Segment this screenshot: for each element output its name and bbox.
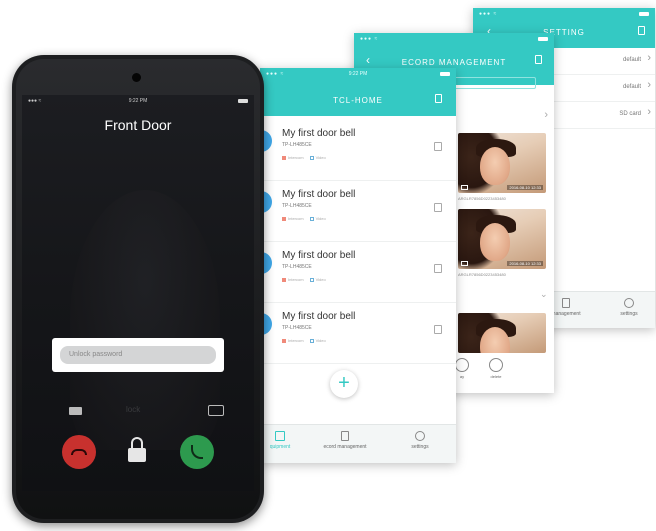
status-bar: ●●● ≈ 9:22 PM bbox=[260, 68, 456, 80]
grid-icon bbox=[275, 431, 285, 441]
device-model: TP-LH485CE bbox=[282, 325, 312, 331]
tab-label: quipment bbox=[269, 444, 291, 450]
device-tags: Intercom Video bbox=[282, 216, 326, 221]
device-name: My first door bell bbox=[282, 311, 356, 322]
setting-value: SD card bbox=[619, 111, 641, 117]
chevron-right-icon: › bbox=[647, 52, 651, 64]
record-icon bbox=[562, 298, 570, 308]
setting-value: default bbox=[622, 84, 641, 90]
lock-icon[interactable] bbox=[435, 94, 442, 103]
unlock-button[interactable] bbox=[126, 435, 150, 467]
lock-icon[interactable] bbox=[638, 26, 645, 35]
lock-icon[interactable] bbox=[535, 55, 542, 64]
video-icon[interactable] bbox=[69, 407, 82, 415]
device-item[interactable]: My first door bell TP-LH485CE Intercom Vi… bbox=[260, 242, 456, 303]
record-title: ECORD MANAGEMENT bbox=[401, 58, 507, 67]
incoming-call-screen: ●●● ≈ 9:22 PM Front Door Unlock password… bbox=[22, 95, 254, 491]
play-icon bbox=[455, 358, 469, 372]
snapshot-icon[interactable] bbox=[208, 405, 224, 416]
camera-icon bbox=[461, 261, 468, 266]
record-thumbnail[interactable]: 2016-08-10 12:33 bbox=[458, 133, 546, 193]
device-tags: Intercom Video bbox=[282, 338, 326, 343]
plus-icon: + bbox=[338, 372, 350, 394]
hang-up-button[interactable] bbox=[62, 435, 96, 469]
gear-icon bbox=[415, 431, 425, 441]
document-icon[interactable] bbox=[434, 264, 442, 273]
gear-icon bbox=[624, 298, 634, 308]
device-name: My first door bell bbox=[282, 250, 356, 261]
chevron-right-icon: › bbox=[647, 79, 651, 91]
action-label: delete bbox=[490, 374, 502, 379]
phone-status-bar: ●●● ≈ 9:22 PM bbox=[22, 95, 254, 107]
device-item[interactable]: My first door bell TP-LH485CE Intercom Vi… bbox=[260, 181, 456, 242]
hang-up-icon bbox=[71, 449, 87, 455]
device-item[interactable]: My first door bell TP-LH485CE Intercom Vi… bbox=[260, 120, 456, 181]
document-icon[interactable] bbox=[434, 325, 442, 334]
tab-label: settings bbox=[620, 311, 638, 317]
record-thumbnail[interactable] bbox=[458, 313, 546, 353]
device-model: TP-LH485CE bbox=[282, 142, 312, 148]
chevron-right-icon: › bbox=[647, 106, 651, 118]
phone-device: ●●● ≈ 9:22 PM Front Door Unlock password… bbox=[12, 55, 264, 523]
record-id: ARGLR7856D0223453480 bbox=[458, 272, 506, 277]
document-icon[interactable] bbox=[434, 203, 442, 212]
phone-time: 9:22 PM bbox=[128, 98, 148, 104]
device-name: My first door bell bbox=[282, 128, 356, 139]
trash-icon bbox=[489, 358, 503, 372]
record-thumbnail[interactable]: 2016-08-10 12:33 bbox=[458, 209, 546, 269]
unlock-password-input[interactable]: Unlock password bbox=[60, 346, 216, 364]
home-header: ●●● ≈ 9:22 PM TCL-HOME bbox=[260, 68, 456, 116]
status-bar: ●●● ≈ bbox=[473, 8, 655, 20]
chevron-down-icon[interactable]: ⌄ bbox=[540, 289, 548, 300]
device-model: TP-LH485CE bbox=[282, 203, 312, 209]
action-delete[interactable]: delete bbox=[486, 358, 506, 379]
tab-label: ecord management bbox=[323, 444, 367, 450]
lock-label: lock bbox=[126, 405, 141, 414]
record-timestamp: 2016-08-10 12:33 bbox=[507, 185, 543, 190]
answer-button[interactable] bbox=[180, 435, 214, 469]
device-tags: Intercom Video bbox=[282, 277, 326, 282]
unlock-dialog: Unlock password bbox=[52, 338, 224, 372]
tab-equipment[interactable]: quipment bbox=[260, 431, 300, 450]
status-time: 9:22 PM bbox=[348, 71, 368, 77]
tab-record-management[interactable]: ecord management bbox=[308, 431, 382, 450]
add-device-button[interactable]: + bbox=[330, 370, 358, 398]
front-camera-icon bbox=[132, 73, 141, 82]
setting-value: default bbox=[622, 57, 641, 63]
phone-icon bbox=[191, 445, 203, 459]
tab-settings[interactable]: settings bbox=[609, 298, 649, 317]
device-name: My first door bell bbox=[282, 189, 356, 200]
caller-name: Front Door bbox=[104, 117, 172, 133]
device-item[interactable]: My first door bell TP-LH485CE Intercom Vi… bbox=[260, 303, 456, 364]
document-icon[interactable] bbox=[434, 142, 442, 151]
tab-settings[interactable]: settings bbox=[400, 431, 440, 450]
camera-icon bbox=[461, 185, 468, 190]
chevron-right-icon[interactable]: › bbox=[544, 109, 548, 121]
tab-label: management bbox=[551, 311, 581, 317]
tab-label: settings bbox=[411, 444, 429, 450]
home-title: TCL-HOME bbox=[333, 96, 383, 105]
status-bar: ●●● ≈ bbox=[354, 33, 554, 45]
home-tabbar: quipment ecord management settings bbox=[260, 424, 456, 463]
visitor-silhouette bbox=[70, 190, 220, 450]
record-timestamp: 2016-08-10 12:33 bbox=[507, 261, 543, 266]
device-model: TP-LH485CE bbox=[282, 264, 312, 270]
device-tags: Intercom Video bbox=[282, 155, 326, 160]
home-screen: ●●● ≈ 9:22 PM TCL-HOME My first door bel… bbox=[260, 68, 456, 463]
record-icon bbox=[341, 431, 349, 441]
record-id: ARGLR7856D0223453480 bbox=[458, 196, 506, 201]
